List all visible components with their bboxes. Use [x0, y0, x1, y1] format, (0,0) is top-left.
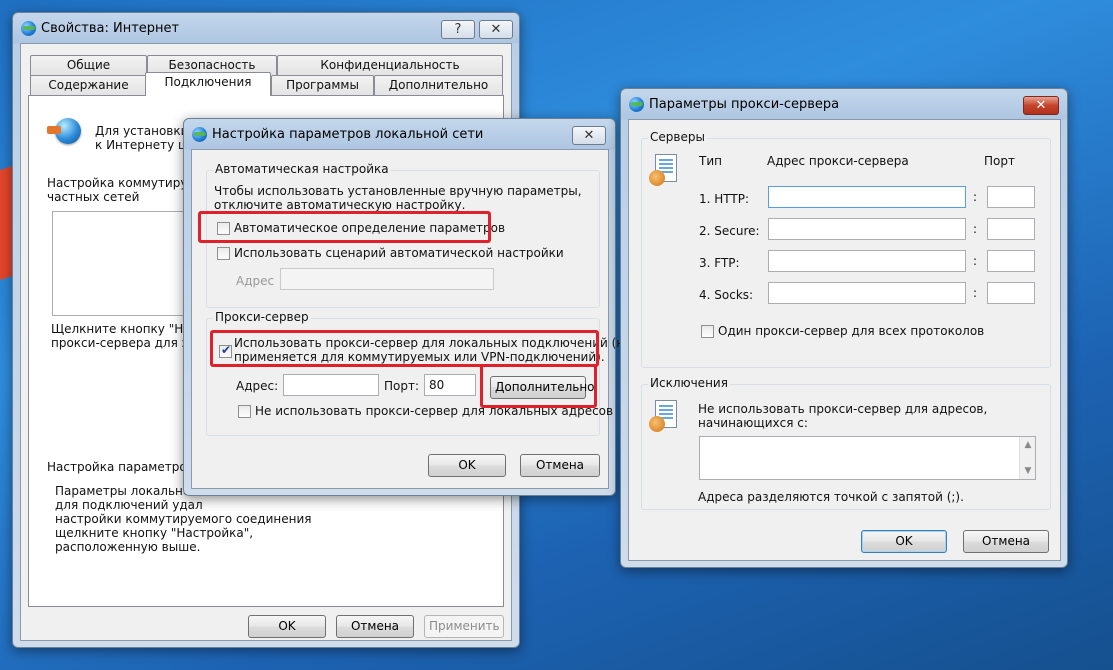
- socks-port-input[interactable]: [987, 282, 1035, 304]
- row-type-socks: 4. Socks:: [699, 288, 754, 302]
- ok-button[interactable]: OK: [861, 530, 947, 553]
- tab-advanced[interactable]: Дополнительно: [374, 75, 503, 96]
- bypass-local-checkbox[interactable]: [238, 405, 251, 418]
- dialup-label-2: частных сетей: [47, 190, 140, 204]
- help-button[interactable]: ?: [441, 20, 475, 39]
- servers-group-label: Серверы: [648, 130, 707, 144]
- ftp-port-input[interactable]: [987, 250, 1035, 272]
- internet-options-icon: [629, 97, 644, 112]
- separator-hint: Адреса разделяются точкой с запятой (;).: [698, 490, 964, 504]
- separator-colon: :: [973, 190, 978, 204]
- col-address-header: Адрес прокси-сервера: [767, 154, 909, 168]
- internet-options-icon: [21, 21, 36, 36]
- internet-options-icon: [192, 127, 207, 142]
- lan-settings-window: Настройка параметров локальной сети ✕ Ав…: [183, 118, 632, 496]
- title-bar[interactable]: Свойства: Интернет ? ✕: [13, 13, 519, 43]
- lan-desc-4: щелкните кнопку "Настройка",: [55, 526, 254, 540]
- dialup-connections-list[interactable]: [52, 211, 202, 316]
- cancel-button[interactable]: Отмена: [336, 615, 414, 638]
- proxy-group-label: Прокси-сервер: [213, 310, 311, 324]
- separator-colon: :: [973, 254, 978, 268]
- col-type-header: Тип: [699, 154, 722, 168]
- highlight-box: [210, 330, 599, 367]
- same-proxy-checkbox[interactable]: [701, 325, 714, 338]
- scroll-up-icon[interactable]: ▲: [1020, 437, 1036, 453]
- same-proxy-label[interactable]: Один прокси-сервер для всех протоколов: [718, 324, 984, 338]
- proxy-hint: Щелкните кнопку "Наст: [51, 322, 205, 336]
- auto-config-desc: Чтобы использовать установленные вручную…: [214, 184, 582, 198]
- exceptions-desc: Не использовать прокси-сервер для адресо…: [698, 402, 988, 416]
- separator-colon: :: [973, 286, 978, 300]
- tab-programs[interactable]: Программы: [271, 75, 374, 96]
- title-bar[interactable]: Настройка параметров локальной сети ✕: [184, 119, 615, 149]
- highlight-box: [480, 364, 597, 408]
- exceptions-icon: [649, 400, 679, 434]
- lan-desc-3: настройки коммутируемого соединения: [55, 512, 312, 526]
- window-title: Свойства: Интернет: [41, 21, 180, 36]
- http-address-input[interactable]: [768, 186, 966, 208]
- proxy-port-label: Порт:: [384, 379, 420, 393]
- tab-general[interactable]: Общие: [30, 55, 147, 76]
- tab-connections[interactable]: Подключения: [145, 72, 271, 96]
- exceptions-textarea[interactable]: ▲ ▼: [699, 436, 1036, 480]
- auto-config-group-label: Автоматическая настройка: [213, 162, 391, 176]
- separator-colon: :: [973, 222, 978, 236]
- proxy-address-label: Адрес:: [236, 379, 279, 393]
- lan-settings-label: Настройка параметров л: [47, 460, 206, 474]
- lan-desc-5: расположенную выше.: [55, 540, 201, 554]
- tab-privacy[interactable]: Конфиденциальность: [277, 55, 503, 76]
- proxy-settings-window: Параметры прокси-сервера ✕ Серверы Тип А…: [620, 88, 1068, 568]
- auto-script-checkbox[interactable]: [217, 247, 230, 260]
- window-title: Настройка параметров локальной сети: [212, 127, 484, 142]
- lan-desc-2: для подключений удал: [55, 498, 203, 512]
- secure-port-input[interactable]: [987, 218, 1035, 240]
- setup-text-2: к Интернету щ: [95, 138, 190, 152]
- ftp-address-input[interactable]: [768, 250, 966, 272]
- http-port-input[interactable]: [987, 186, 1035, 208]
- close-button[interactable]: ✕: [572, 126, 606, 145]
- close-button[interactable]: ✕: [1023, 96, 1059, 115]
- cancel-button[interactable]: Отмена: [963, 530, 1049, 553]
- script-address-input[interactable]: [280, 268, 494, 290]
- proxy-port-input[interactable]: 80: [424, 374, 476, 396]
- apply-button[interactable]: Применить: [424, 615, 504, 638]
- ok-button[interactable]: OK: [248, 615, 326, 638]
- exceptions-desc-2: начинающихся с:: [698, 416, 808, 430]
- tab-content[interactable]: Содержание: [30, 75, 147, 96]
- secure-address-input[interactable]: [768, 218, 966, 240]
- proxy-hint-2: прокси-сервера для это: [51, 336, 203, 350]
- socks-address-input[interactable]: [768, 282, 966, 304]
- proxy-servers-icon: [649, 154, 679, 188]
- proxy-address-input[interactable]: [283, 374, 379, 396]
- window-title: Параметры прокси-сервера: [649, 97, 840, 112]
- globe-icon: [47, 118, 81, 144]
- lan-settings-client: Автоматическая настройка Чтобы использов…: [191, 149, 632, 489]
- auto-script-label[interactable]: Использовать сценарий автоматической нас…: [234, 246, 564, 260]
- exceptions-group-label: Исключения: [648, 376, 730, 390]
- close-button[interactable]: ✕: [479, 20, 513, 39]
- scroll-down-icon[interactable]: ▼: [1020, 463, 1036, 479]
- row-type-http: 1. HTTP:: [699, 192, 750, 206]
- proxy-settings-client: Серверы Тип Адрес прокси-сервера Порт 1.…: [628, 119, 1061, 561]
- ok-button[interactable]: OK: [428, 454, 506, 477]
- title-bar[interactable]: Параметры прокси-сервера ✕: [621, 89, 1067, 119]
- highlight-box: [198, 211, 491, 243]
- script-address-label: Адрес: [236, 274, 275, 288]
- cancel-button[interactable]: Отмена: [520, 454, 600, 477]
- row-type-secure: 2. Secure:: [699, 224, 760, 238]
- auto-config-desc-2: отключите автоматическую настройку.: [214, 198, 466, 212]
- exceptions-scrollbar[interactable]: ▲ ▼: [1019, 437, 1035, 479]
- row-type-ftp: 3. FTP:: [699, 256, 740, 270]
- col-port-header: Порт: [984, 154, 1015, 168]
- bypass-local-label[interactable]: Не использовать прокси-сервер для локаль…: [255, 404, 613, 418]
